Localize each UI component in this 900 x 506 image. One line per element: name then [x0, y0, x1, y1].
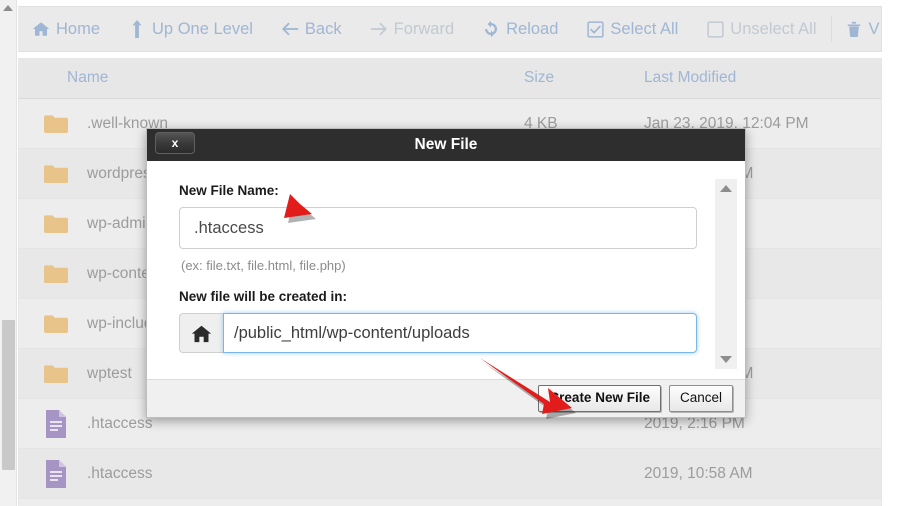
up-arrow-icon	[128, 20, 146, 38]
folder-file-icon	[43, 359, 69, 389]
destination-path-label: New file will be created in:	[179, 289, 348, 304]
toolbar-button-select-all[interactable]: Select All	[572, 7, 692, 51]
file-name-label: .htaccess	[87, 414, 153, 432]
table-row[interactable]: X1_2raz.xlsx25.01 KBJan 22, 2019, 4:29 P…	[19, 499, 881, 506]
file-name-cell[interactable]: .htaccess	[19, 459, 524, 489]
toolbar-button-forward[interactable]: Forward	[356, 7, 469, 51]
toolbar-label-select-all: Select All	[610, 19, 679, 38]
toolbar-label-forward: Forward	[393, 19, 455, 38]
close-icon[interactable]: x	[155, 132, 195, 154]
toolbar-button-up-one-level[interactable]: Up One Level	[114, 7, 267, 51]
dialog-footer: Create New File Cancel	[147, 379, 745, 417]
folder-file-icon	[43, 159, 69, 189]
file-manager-toolbar: Home Up One Level Back Forward Reload Se…	[18, 6, 882, 52]
scroll-down-arrow-icon[interactable]	[720, 356, 732, 363]
home-icon	[32, 20, 50, 38]
new-file-name-label: New File Name:	[179, 183, 279, 198]
table-row[interactable]: .htaccess 2019, 10:58 AM	[19, 449, 881, 499]
file-list-header: Name Size Last Modified	[19, 58, 881, 99]
toolbar-label-reload: Reload	[506, 19, 559, 38]
text-file-icon	[43, 459, 69, 489]
destination-path-group	[179, 313, 697, 353]
toolbar-label-back: Back	[304, 19, 342, 38]
file-modified-cell: 2019, 10:58 AM	[644, 464, 753, 482]
column-header-name[interactable]: Name	[19, 69, 524, 87]
file-manager-screen: Home Up One Level Back Forward Reload Se…	[0, 0, 900, 506]
scroll-up-arrow-icon[interactable]	[3, 5, 13, 11]
folder-file-icon	[43, 259, 69, 289]
trash-icon	[845, 20, 863, 38]
column-header-last-modified[interactable]: Last Modified	[644, 69, 874, 87]
toolbar-button-home[interactable]: Home	[18, 7, 114, 51]
arrow-left-icon	[281, 20, 299, 38]
file-name-label: wptest	[87, 364, 132, 382]
dialog-titlebar: x New File	[147, 129, 745, 161]
scrollbar-thumb[interactable]	[2, 320, 15, 470]
toolbar-label-view-trash: V	[868, 19, 880, 38]
file-name-label: .htaccess	[87, 464, 153, 482]
destination-path-input[interactable]	[223, 313, 697, 353]
new-file-name-input[interactable]	[179, 207, 697, 249]
reload-icon	[482, 20, 500, 38]
dialog-body: New File Name: (ex: file.txt, file.html,…	[147, 161, 745, 379]
folder-file-icon	[43, 209, 69, 239]
checkbox-checked-icon	[586, 20, 604, 38]
page-scrollbar[interactable]	[0, 0, 17, 506]
toolbar-button-reload[interactable]: Reload	[468, 7, 572, 51]
toolbar-label-unselect-all: Unselect All	[730, 19, 817, 38]
toolbar-label-up-one-level: Up One Level	[152, 19, 253, 38]
scroll-up-arrow-icon[interactable]	[720, 185, 732, 192]
folder-file-icon	[43, 309, 69, 339]
toolbar-button-view-trash[interactable]: V	[830, 7, 881, 51]
folder-file-icon	[43, 109, 69, 139]
toolbar-button-unselect-all[interactable]: Unselect All	[692, 7, 830, 51]
toolbar-label-home: Home	[56, 19, 101, 38]
arrow-right-icon	[370, 20, 388, 38]
toolbar-button-back[interactable]: Back	[267, 7, 356, 51]
dialog-scrollbar[interactable]	[715, 179, 737, 369]
filename-hint: (ex: file.txt, file.html, file.php)	[181, 258, 346, 273]
checkbox-empty-icon	[706, 20, 724, 38]
home-icon[interactable]	[179, 313, 223, 353]
column-header-size[interactable]: Size	[524, 69, 644, 87]
cancel-button[interactable]: Cancel	[668, 385, 733, 412]
text-file-icon	[43, 409, 69, 439]
new-file-dialog: x New File New File Name: (ex: file.txt,…	[146, 128, 746, 418]
dialog-title: New File	[414, 136, 478, 153]
file-name-label: wp-admin	[87, 214, 155, 232]
create-new-file-button[interactable]: Create New File	[538, 385, 661, 412]
